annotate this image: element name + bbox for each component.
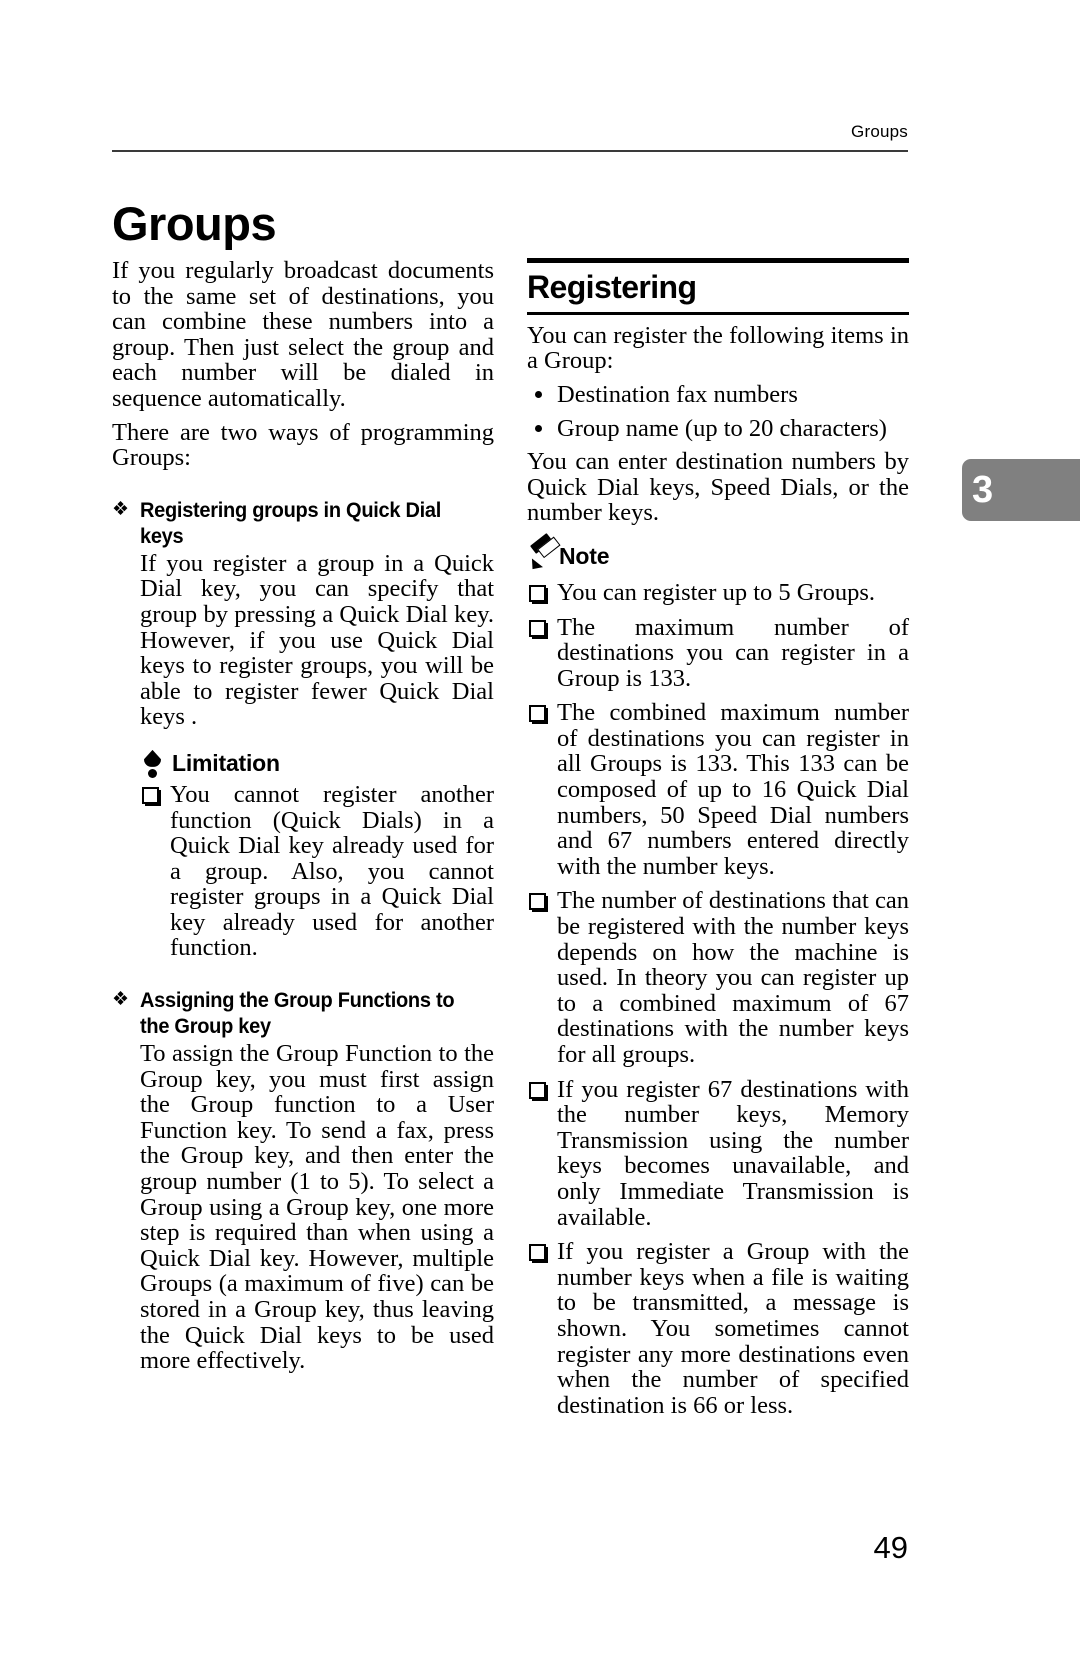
section-heading-1: Registering groups in Quick Dial keys	[140, 497, 442, 548]
square-bullet-icon	[529, 1081, 546, 1099]
registering-after-list: You can enter destination numbers by Qui…	[527, 448, 909, 527]
note-item-text: The combined maximum number of destinati…	[557, 699, 909, 880]
note-item-text: You can register up to 5 Groups.	[557, 578, 876, 606]
note-item-text: If you register 67 destinations with the…	[557, 1075, 909, 1231]
dot-bullet-icon	[535, 390, 542, 398]
note-heading: Note	[527, 532, 909, 574]
dot-bullet-icon	[535, 424, 542, 432]
left-column: If you regularly broadcast documents to …	[112, 258, 494, 1374]
limitation-callout: Limitation You cannot register another f…	[140, 749, 494, 961]
note-item: The maximum number of destinations you c…	[527, 613, 909, 692]
note-item-text: The number of destinations that can be r…	[557, 887, 909, 1068]
limitation-item-text: You cannot register another function (Qu…	[170, 780, 494, 962]
note-label: Note	[559, 543, 610, 570]
registering-intro: You can register the following items in …	[527, 321, 909, 375]
section-body-2: To assign the Group Function to the Grou…	[140, 1040, 494, 1375]
note-item: If you register 67 destinations with the…	[527, 1075, 909, 1231]
square-bullet-icon	[529, 584, 546, 602]
header-rule	[112, 150, 908, 152]
dot-item-text: Group name (up to 20 characters)	[557, 414, 887, 442]
dot-item-text: Destination fax numbers	[557, 380, 798, 408]
square-bullet-icon	[529, 705, 546, 723]
square-bullet-icon	[529, 893, 546, 911]
note-item: The combined maximum number of destinati…	[527, 700, 909, 879]
page-number: 49	[873, 1530, 908, 1565]
chapter-tab-number: 3	[972, 469, 994, 511]
intro-paragraph-2: There are two ways of programming Groups…	[112, 418, 494, 472]
document-page: Groups Groups 3 If you regularly broadca…	[0, 0, 1080, 1669]
diamond-heading-1: ❖ Registering groups in Quick Dial keys	[112, 497, 494, 549]
right-column: Registering You can register the followi…	[527, 258, 909, 1418]
square-bullet-icon	[529, 619, 546, 637]
note-item-text: If you register a Group with the number …	[557, 1238, 909, 1419]
square-bullet-icon	[142, 786, 159, 804]
note-item: You can register up to 5 Groups.	[527, 580, 909, 606]
note-item-text: The maximum number of destinations you c…	[557, 613, 909, 692]
dot-list-item: Destination fax numbers	[527, 382, 909, 408]
diamond-bullet-icon: ❖	[112, 498, 130, 520]
registering-heading: Registering	[527, 269, 697, 305]
limitation-heading: Limitation	[140, 749, 494, 778]
section-heading-2: Assigning the Group Functions to the Gro…	[140, 988, 455, 1039]
registering-heading-block: Registering	[527, 258, 909, 315]
section-body-1: If you register a group in a Quick Dial …	[140, 549, 494, 731]
intro-paragraph-1: If you regularly broadcast documents to …	[112, 257, 494, 412]
limitation-item: You cannot register another function (Qu…	[140, 782, 494, 961]
diamond-heading-2: ❖ Assigning the Group Functions to the G…	[112, 987, 494, 1039]
note-item: The number of destinations that can be r…	[527, 888, 909, 1067]
note-item: If you register a Group with the number …	[527, 1239, 909, 1418]
heading-rule-bottom	[527, 311, 909, 315]
note-pencil-icon	[527, 532, 561, 574]
page-title: Groups	[112, 197, 277, 251]
chapter-tab: 3	[962, 459, 1080, 521]
limitation-label: Limitation	[172, 750, 280, 777]
running-header: Groups	[851, 122, 908, 141]
limitation-bulb-icon	[140, 749, 172, 778]
dot-list-item: Group name (up to 20 characters)	[527, 414, 909, 442]
diamond-bullet-icon: ❖	[112, 989, 130, 1011]
square-bullet-icon	[529, 1244, 546, 1262]
